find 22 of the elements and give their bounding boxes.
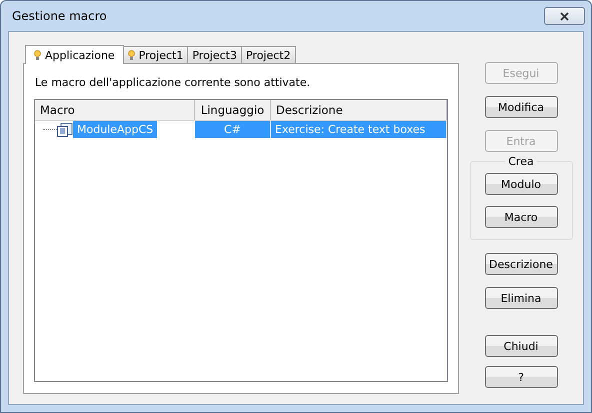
window-title: Gestione macro: [11, 9, 107, 23]
close-icon: [560, 12, 569, 20]
tab[interactable]: Project2: [240, 46, 296, 63]
dialog-button[interactable]: Elimina: [484, 287, 558, 309]
dialog-button[interactable]: Modifica: [484, 96, 558, 118]
dialog-button[interactable]: Modulo: [484, 173, 558, 195]
tab[interactable]: Project3: [187, 46, 242, 63]
lightbulb-icon: [34, 50, 41, 60]
lightbulb-icon: [128, 50, 135, 60]
column-header[interactable]: Descrizione: [271, 100, 447, 120]
column-header[interactable]: Macro: [35, 100, 195, 120]
dialog-button[interactable]: ?: [484, 366, 558, 388]
status-text: Le macro dell'applicazione corrente sono attivate.: [35, 76, 312, 89]
tab[interactable]: Project1: [122, 46, 188, 63]
dialog-button[interactable]: Chiudi: [484, 335, 558, 357]
close-button[interactable]: [544, 7, 585, 25]
table-cell: C#: [195, 121, 271, 138]
tab[interactable]: Applicazione: [25, 45, 124, 64]
table-cell: Exercise: Create text boxes: [271, 121, 447, 138]
dialog-button[interactable]: Descrizione: [484, 253, 558, 275]
column-header[interactable]: Linguaggio: [195, 100, 271, 120]
dialog-button[interactable]: Macro: [484, 206, 558, 228]
